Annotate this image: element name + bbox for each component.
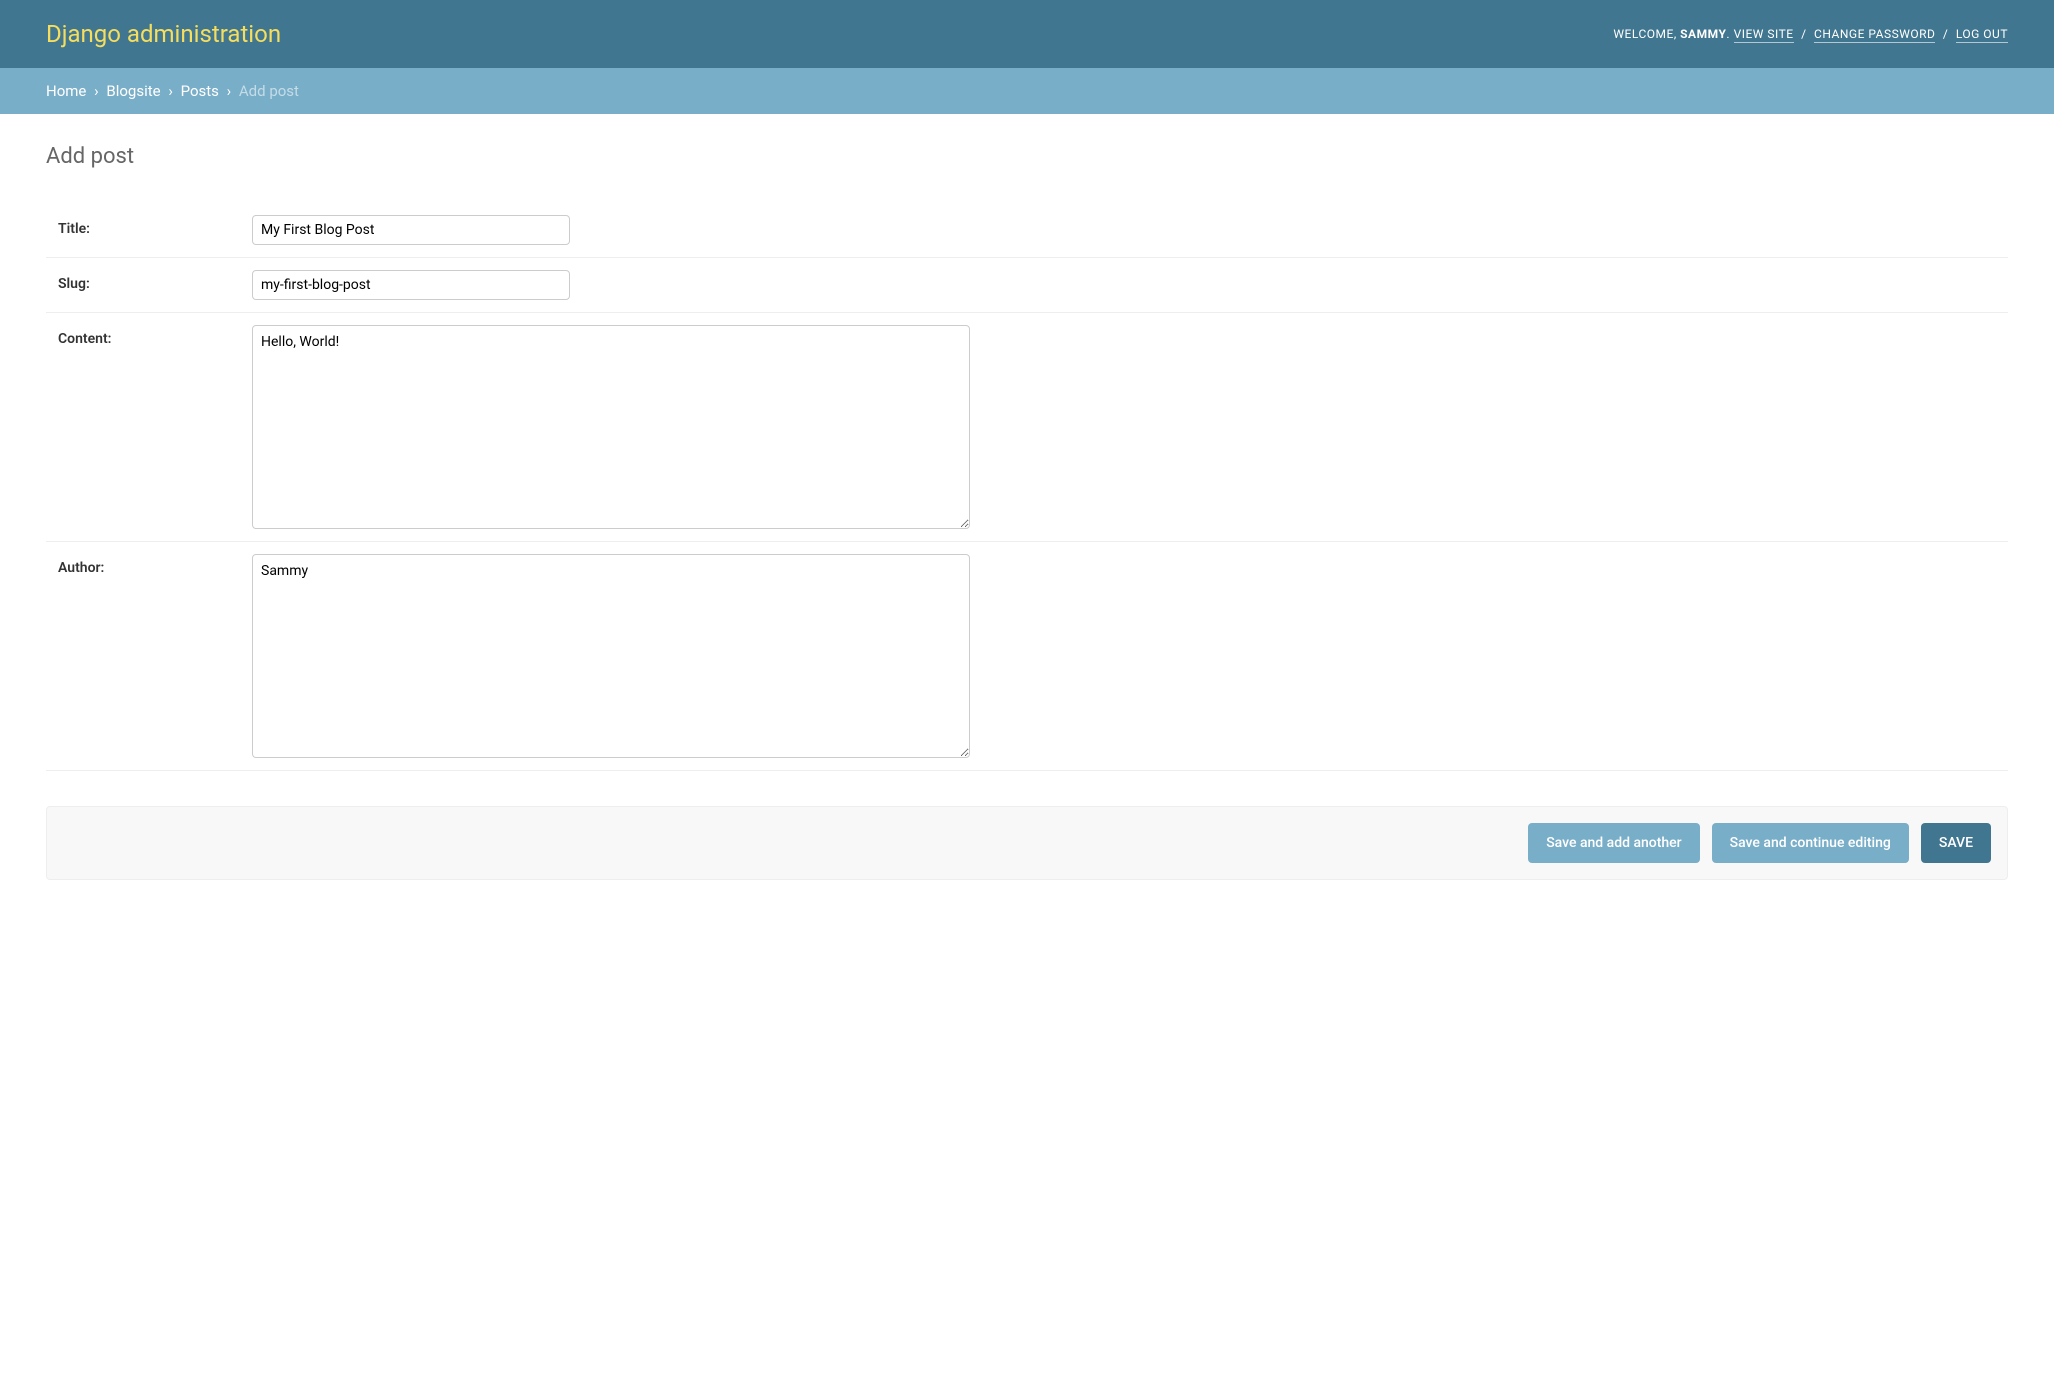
author-label: Author:: [58, 554, 252, 758]
submit-row: Save and add another Save and continue e…: [46, 806, 2008, 880]
breadcrumb: Home › Blogsite › Posts › Add post: [0, 68, 2054, 114]
change-password-link[interactable]: CHANGE PASSWORD: [1814, 27, 1935, 43]
breadcrumb-current: Add post: [239, 82, 299, 100]
save-add-another-button[interactable]: Save and add another: [1528, 823, 1699, 863]
form-row-content: Content: Hello, World!: [46, 313, 2008, 542]
username: SAMMY: [1680, 27, 1726, 41]
form-row-author: Author: Sammy: [46, 542, 2008, 771]
view-site-link[interactable]: VIEW SITE: [1734, 27, 1794, 43]
breadcrumb-sep: ›: [164, 82, 177, 100]
admin-header: Django administration WELCOME, SAMMY. VI…: [0, 0, 2054, 68]
author-textarea[interactable]: Sammy: [252, 554, 970, 758]
period: .: [1726, 27, 1730, 41]
form-row-slug: Slug:: [46, 258, 2008, 313]
slug-input[interactable]: [252, 270, 570, 300]
breadcrumb-model[interactable]: Posts: [181, 82, 219, 100]
logout-link[interactable]: LOG OUT: [1956, 27, 2008, 43]
save-button[interactable]: SAVE: [1921, 823, 1991, 863]
separator: /: [1939, 27, 1952, 41]
title-input[interactable]: [252, 215, 570, 245]
user-tools: WELCOME, SAMMY. VIEW SITE / CHANGE PASSW…: [1613, 27, 2008, 41]
save-continue-button[interactable]: Save and continue editing: [1712, 823, 1909, 863]
breadcrumb-app[interactable]: Blogsite: [106, 82, 160, 100]
title-label: Title:: [58, 215, 252, 245]
content-textarea[interactable]: Hello, World!: [252, 325, 970, 529]
content-label: Content:: [58, 325, 252, 529]
separator: /: [1797, 27, 1810, 41]
welcome-text: WELCOME,: [1613, 27, 1676, 41]
slug-label: Slug:: [58, 270, 252, 300]
page-title: Add post: [46, 144, 2008, 169]
form-row-title: Title:: [46, 203, 2008, 258]
breadcrumb-home[interactable]: Home: [46, 82, 86, 100]
site-title: Django administration: [46, 20, 281, 48]
breadcrumb-sep: ›: [223, 82, 236, 100]
breadcrumb-sep: ›: [90, 82, 103, 100]
content-area: Add post Title: Slug: Content: Hello, Wo…: [0, 114, 2054, 910]
